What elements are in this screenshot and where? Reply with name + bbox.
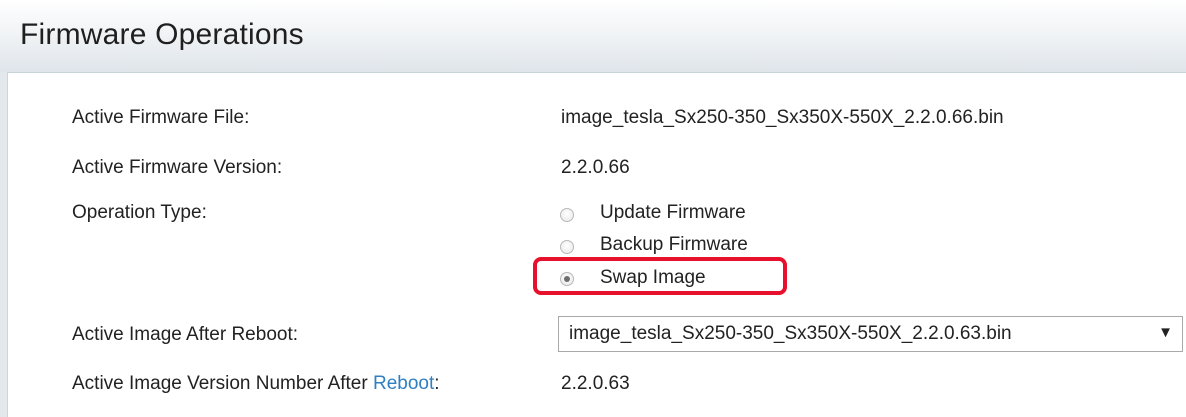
active-firmware-version-value: 2.2.0.66: [561, 157, 630, 178]
page-title: Firmware Operations: [20, 18, 304, 51]
version-after-reboot-colon: :: [434, 373, 440, 394]
page-header: Firmware Operations: [0, 0, 1186, 73]
version-after-reboot-label: Active Image Version Number After Reboot…: [72, 373, 440, 395]
chevron-down-icon: ▼: [1158, 324, 1173, 341]
active-image-after-reboot-selected-value: image_tesla_Sx250-350_Sx350X-550X_2.2.0.…: [569, 323, 1012, 344]
backup-firmware-label[interactable]: Backup Firmware: [600, 234, 748, 256]
reboot-link[interactable]: Reboot: [373, 373, 434, 394]
update-firmware-radio[interactable]: [560, 208, 574, 222]
operation-type-label: Operation Type:: [72, 202, 207, 223]
active-firmware-file-label: Active Firmware File:: [72, 107, 250, 128]
backup-firmware-radio[interactable]: [560, 240, 574, 254]
version-after-reboot-value: 2.2.0.63: [561, 373, 630, 394]
version-after-reboot-label-text: Active Image Version Number After: [72, 373, 373, 394]
active-firmware-file-value: image_tesla_Sx250-350_Sx350X-550X_2.2.0.…: [561, 107, 1004, 128]
active-firmware-version-label: Active Firmware Version:: [72, 157, 283, 178]
panel-left-border: [0, 72, 8, 417]
update-firmware-label[interactable]: Update Firmware: [600, 202, 746, 224]
active-image-after-reboot-label: Active Image After Reboot:: [72, 324, 299, 345]
active-image-after-reboot-select[interactable]: image_tesla_Sx250-350_Sx350X-550X_2.2.0.…: [558, 316, 1183, 352]
swap-image-highlight-box: [533, 257, 787, 295]
